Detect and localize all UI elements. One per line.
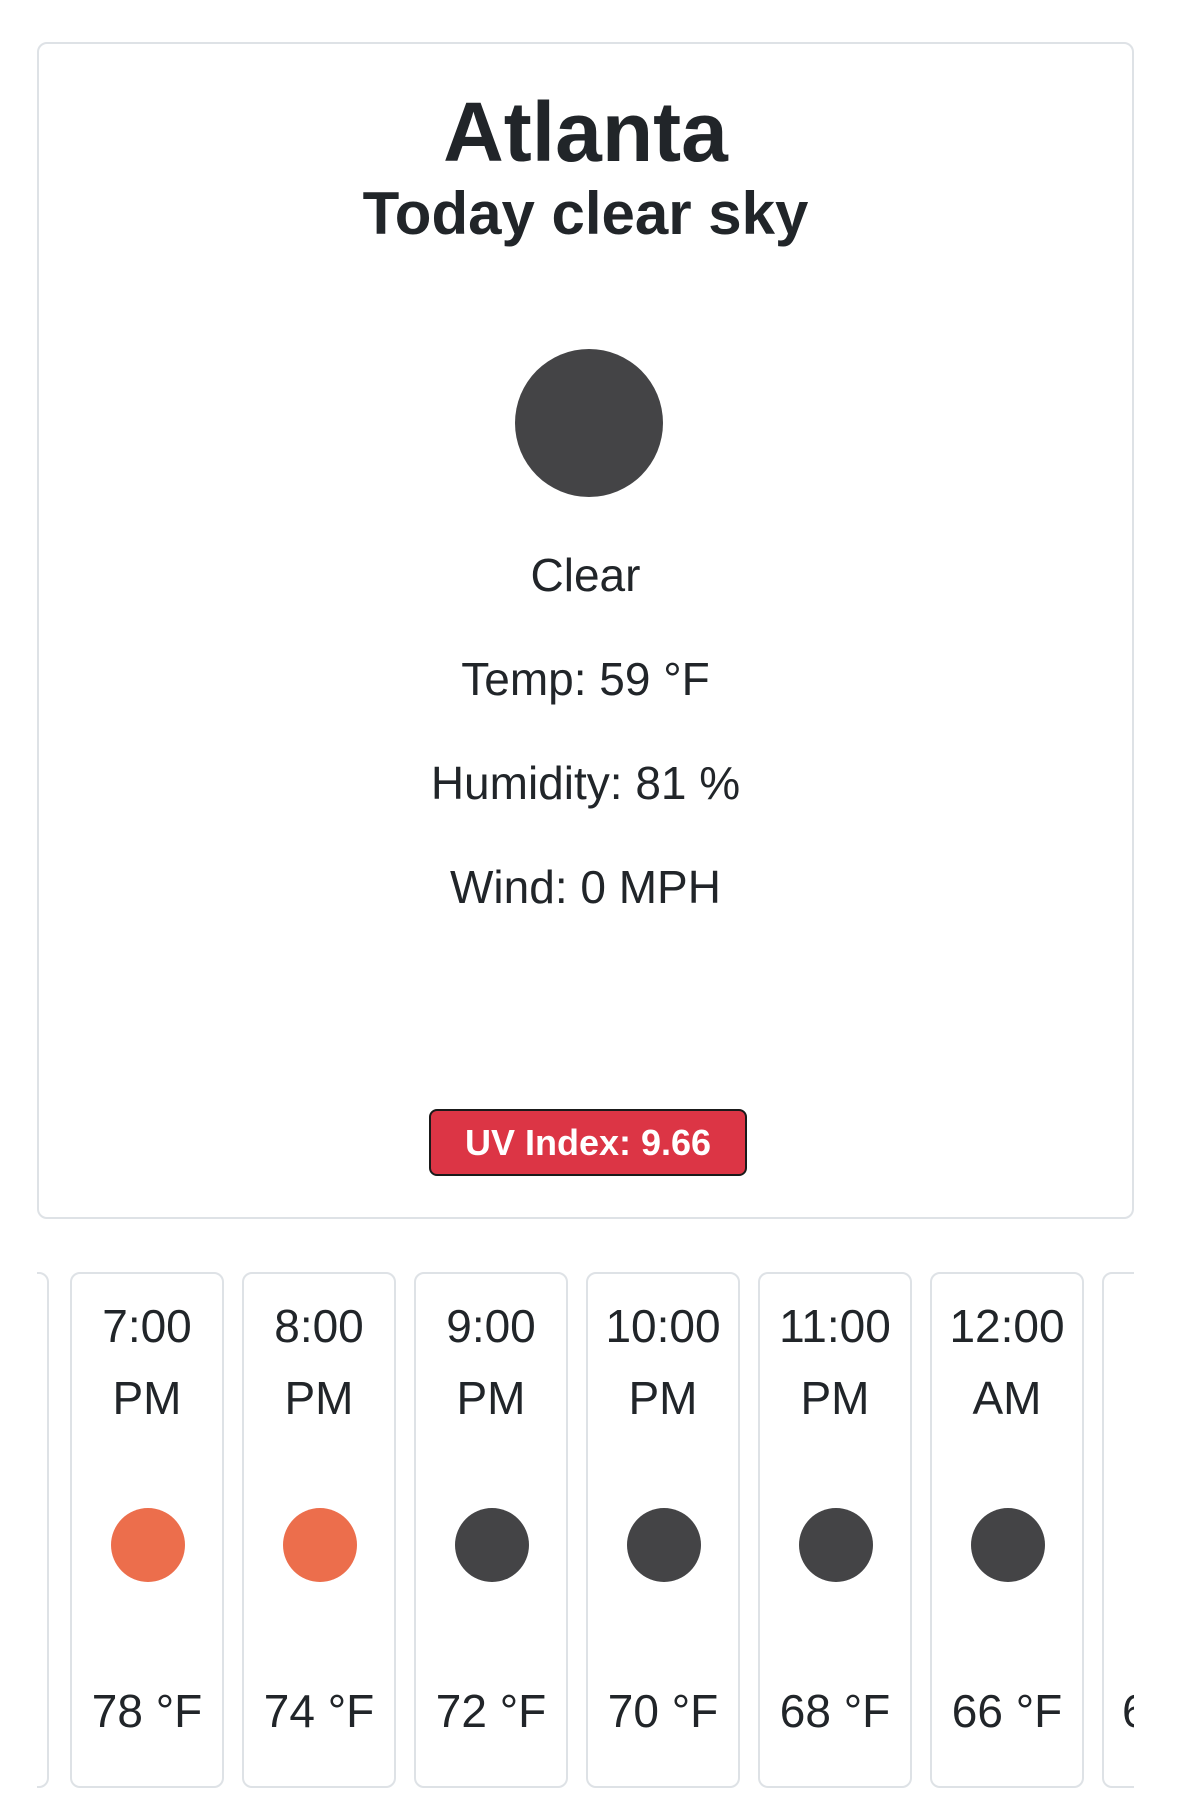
hour-time: 10:00 PM xyxy=(605,1300,721,1424)
hourly-card: 7:00 PM 78 °F xyxy=(70,1272,224,1788)
hour-temp: 72 °F xyxy=(435,1685,547,1737)
clear-night-icon xyxy=(971,1508,1045,1582)
city-title: Atlanta xyxy=(443,85,728,179)
hourly-card: 12:00 AM 66 °F xyxy=(930,1272,1084,1788)
hour-temp: 6 xyxy=(1104,1684,1134,1739)
hour-temp: 78 °F xyxy=(91,1685,203,1737)
uv-index-badge: UV Index: 9.66 xyxy=(429,1109,747,1176)
hour-time: 7:00 PM xyxy=(102,1300,192,1424)
humidity-label: Humidity: 81 % xyxy=(430,757,741,809)
hour-time: 12:00 AM xyxy=(949,1300,1065,1424)
hour-temp: 74 °F xyxy=(263,1685,375,1737)
clear-night-icon xyxy=(627,1508,701,1582)
current-weather-card: Atlanta Today clear sky Clear Temp: 59 °… xyxy=(37,42,1134,1219)
hourly-card: 8:00 PM 74 °F xyxy=(242,1272,396,1788)
hour-temp: 66 °F xyxy=(951,1685,1063,1737)
hour-time: 11:00 PM xyxy=(779,1300,891,1424)
weather-summary: Today clear sky xyxy=(362,180,809,247)
hour-time: 1 xyxy=(1104,1290,1134,1362)
hourly-card: 9:00 PM 72 °F xyxy=(414,1272,568,1788)
clear-night-icon xyxy=(515,349,663,497)
temperature-label: Temp: 59 °F xyxy=(461,653,710,705)
hourly-card-partial: 1 6 xyxy=(1102,1272,1134,1788)
hour-time: 9:00 PM xyxy=(446,1300,536,1424)
hourly-card-partial xyxy=(37,1272,49,1788)
clear-day-icon xyxy=(283,1508,357,1582)
clear-day-icon xyxy=(111,1508,185,1582)
clear-night-icon xyxy=(799,1508,873,1582)
wind-label: Wind: 0 MPH xyxy=(450,861,721,913)
hour-temp: 68 °F xyxy=(779,1685,891,1737)
hour-time: 8:00 PM xyxy=(274,1300,364,1424)
hour-temp: 70 °F xyxy=(607,1685,719,1737)
condition-label: Clear xyxy=(530,549,641,601)
hourly-card: 10:00 PM 70 °F xyxy=(586,1272,740,1788)
hourly-forecast-strip[interactable]: 7:00 PM 78 °F 8:00 PM 74 °F 9:00 PM 72 °… xyxy=(37,1272,1134,1792)
hourly-card: 11:00 PM 68 °F xyxy=(758,1272,912,1788)
clear-night-icon xyxy=(455,1508,529,1582)
